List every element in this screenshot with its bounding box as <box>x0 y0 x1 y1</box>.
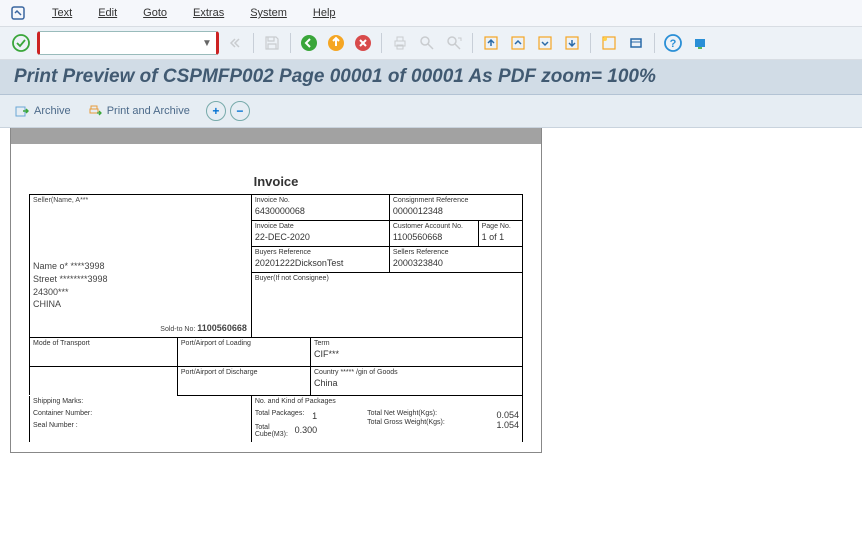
seller-country: CHINA <box>33 298 248 311</box>
layout-icon[interactable] <box>625 32 647 54</box>
svg-text:?: ? <box>670 38 677 50</box>
menu-system[interactable]: System <box>250 7 287 19</box>
doc-header-strip <box>11 128 541 144</box>
secondary-toolbar: Archive Print and Archive + − <box>0 95 862 128</box>
cancel-icon[interactable] <box>352 32 374 54</box>
zoom-out-icon[interactable]: − <box>230 101 250 121</box>
buyer-ref-cell: Buyers Reference 20201222DicksonTest <box>251 247 389 273</box>
seller-street: Street ********3998 <box>33 273 248 286</box>
document-preview: Invoice Seller(Name, A*** Name o* ****39… <box>10 128 542 453</box>
print-archive-icon <box>87 103 103 119</box>
app-logo-icon <box>10 5 26 21</box>
archive-icon <box>14 103 30 119</box>
print-archive-button[interactable]: Print and Archive <box>87 103 190 119</box>
zoom-in-icon[interactable]: + <box>206 101 226 121</box>
prev-page-icon[interactable] <box>507 32 529 54</box>
totals-block: Total Packages:1 Total Cube(M3):0.300 To… <box>255 406 519 441</box>
new-session-icon[interactable] <box>598 32 620 54</box>
country-origin-cell: Country ***** /gin of Goods China <box>311 367 523 396</box>
back-double-icon[interactable] <box>224 32 246 54</box>
command-dropdown-icon[interactable]: ▼ <box>202 38 212 49</box>
archive-button[interactable]: Archive <box>14 103 71 119</box>
find-icon[interactable] <box>416 32 438 54</box>
back-icon[interactable] <box>298 32 320 54</box>
separator <box>290 33 291 53</box>
packages-cell: No. and Kind of Packages Total Packages:… <box>251 396 522 443</box>
seller-zip: 24300*** <box>33 286 248 299</box>
invoice-transport-table: Mode of Transport Port/Airport of Loadin… <box>29 338 523 396</box>
separator <box>253 33 254 53</box>
command-field[interactable]: ▼ <box>37 31 219 55</box>
total-net-weight: 0.054 <box>496 410 519 420</box>
separator <box>590 33 591 53</box>
invoice-header-table: Seller(Name, A*** Name o* ****3998 Stree… <box>29 194 523 338</box>
main-toolbar: ▼ <box>0 26 862 59</box>
page-title: Print Preview of CSPMFP002 Page 00001 of… <box>14 66 848 88</box>
invoice-totals-table: Shipping Marks: Container Number: Seal N… <box>29 396 523 443</box>
menu-help[interactable]: Help <box>313 7 336 19</box>
first-page-icon[interactable] <box>480 32 502 54</box>
next-page-icon[interactable] <box>534 32 556 54</box>
total-gross-weight: 1.054 <box>496 420 519 430</box>
save-icon[interactable] <box>261 32 283 54</box>
sold-to: Sold-to No: 1100560668 <box>160 322 247 335</box>
archive-label: Archive <box>34 105 71 117</box>
invoice-document: Invoice Seller(Name, A*** Name o* ****39… <box>11 174 541 452</box>
menubar: Text Edit Goto Extras System Help <box>0 0 862 26</box>
invoice-heading: Invoice <box>29 174 523 189</box>
seller-name: Name o* ****3998 <box>33 260 248 273</box>
gui-options-icon[interactable] <box>689 32 711 54</box>
buyer-cell: Buyer(If not Consignee) <box>251 273 522 338</box>
invoice-no-cell: Invoice No. 6430000068 <box>251 195 389 221</box>
seller-label: Seller(Name, A*** <box>33 197 248 205</box>
seller-ref-cell: Sellers Reference 2000323840 <box>389 247 522 273</box>
print-archive-label: Print and Archive <box>107 105 190 117</box>
transport-empty-cell <box>30 367 178 396</box>
preview-area: Invoice Seller(Name, A*** Name o* ****39… <box>0 128 862 453</box>
cust-acc-cell: Customer Account No. 1100560668 <box>389 221 478 247</box>
find-next-icon[interactable] <box>443 32 465 54</box>
separator <box>654 33 655 53</box>
invoice-date-cell: Invoice Date 22-DEC-2020 <box>251 221 389 247</box>
port-loading-cell: Port/Airport of Loading <box>177 338 310 367</box>
page-no-cell: Page No. 1 of 1 <box>478 221 522 247</box>
enter-icon[interactable] <box>10 32 32 54</box>
seller-cell: Seller(Name, A*** Name o* ****3998 Stree… <box>30 195 252 338</box>
menu-extras[interactable]: Extras <box>193 7 224 19</box>
help-icon[interactable]: ? <box>662 32 684 54</box>
menu-text[interactable]: Text <box>52 7 72 19</box>
term-cell: Term CIF*** <box>311 338 523 367</box>
print-icon[interactable] <box>389 32 411 54</box>
mode-transport-cell: Mode of Transport <box>30 338 178 367</box>
port-discharge-cell: Port/Airport of Discharge <box>177 367 310 396</box>
separator <box>472 33 473 53</box>
command-input[interactable] <box>44 36 198 50</box>
exit-icon[interactable] <box>325 32 347 54</box>
menu-edit[interactable]: Edit <box>98 7 117 19</box>
consign-ref-cell: Consignment Reference 0000012348 <box>389 195 522 221</box>
last-page-icon[interactable] <box>561 32 583 54</box>
shipping-marks-cell: Shipping Marks: Container Number: Seal N… <box>30 396 252 443</box>
separator <box>381 33 382 53</box>
menu-goto[interactable]: Goto <box>143 7 167 19</box>
page-title-bar: Print Preview of CSPMFP002 Page 00001 of… <box>0 60 862 95</box>
